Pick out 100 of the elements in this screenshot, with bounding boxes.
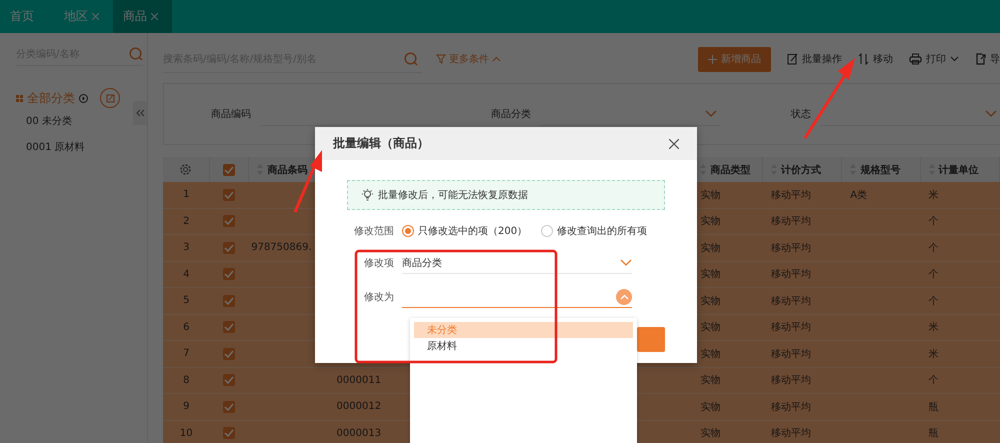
more-filters-link[interactable]: 更多条件 [436, 52, 501, 66]
printer-icon [909, 53, 922, 65]
grid-icon [16, 94, 23, 102]
table-cell: 0000013 [336, 428, 382, 439]
settings-icon[interactable] [179, 163, 192, 176]
checkbox[interactable] [223, 242, 236, 254]
field-label: 商品分类 [490, 108, 531, 121]
table-cell-text: 个 [928, 242, 939, 255]
table-cell: 1 [183, 189, 190, 200]
chevron-down-icon [620, 258, 632, 266]
chevron-up-icon [492, 56, 501, 62]
collapse-icon[interactable] [133, 101, 147, 125]
play-icon[interactable] [79, 94, 88, 102]
table-cell: 4 [183, 268, 190, 280]
checkbox[interactable] [223, 348, 236, 360]
table-cell: 7 [183, 348, 190, 360]
table-cell-text: 个 [928, 268, 939, 282]
lightbulb-icon [362, 189, 373, 201]
chevron-up-icon [616, 288, 632, 304]
toolbar-button[interactable]: 打印 [909, 52, 959, 66]
table-cell-text: 移动平均 [770, 215, 811, 228]
table-cell-text: A类 [850, 188, 868, 202]
table-cell-text: 实物 [700, 242, 720, 255]
table-cell-text: 米 [928, 188, 939, 202]
table-cell-text: 移动平均 [770, 294, 811, 308]
column-header: 计量单位 [938, 164, 979, 176]
table-cell-text: 实物 [700, 268, 720, 282]
chevron-down-icon [985, 110, 997, 118]
search-icon[interactable] [129, 47, 143, 61]
toolbar-button[interactable]: 移动 [858, 52, 893, 66]
table-cell: 8 [183, 374, 190, 386]
plus-icon [708, 54, 717, 64]
table-cell-text: 移动平均 [770, 348, 811, 361]
toolbar-button[interactable]: 导 [975, 52, 1000, 66]
table-cell: 3 [183, 242, 190, 254]
tab[interactable]: 地区 [54, 0, 113, 33]
table-cell-text: 个 [928, 294, 939, 308]
column-header: 商品类型 [710, 163, 750, 176]
select-field[interactable]: 商品分类 [402, 252, 632, 274]
checkbox[interactable] [223, 268, 236, 280]
chevron-down-icon [705, 110, 717, 118]
table-cell: 0000011 [336, 374, 382, 386]
edit-button[interactable] [100, 88, 120, 108]
table-cell: 6 [183, 322, 190, 333]
field-label: 状态 [790, 108, 811, 121]
notice-text: 批量修改后，可能无法恢复原数据 [378, 188, 528, 202]
table-cell-text: 瓶 [928, 427, 939, 440]
search-icon[interactable] [404, 52, 418, 66]
add-button[interactable]: 新增商品 [698, 46, 771, 72]
confirm-button[interactable] [637, 327, 665, 352]
table-cell-text: 个 [928, 374, 939, 388]
export-icon [975, 53, 986, 65]
column-header: 计价方式 [780, 163, 821, 176]
table-cell-text: 实物 [700, 400, 720, 414]
table-cell-text: 米 [928, 320, 939, 334]
table-cell-text: 移动平均 [770, 321, 811, 334]
edit-icon [106, 94, 114, 102]
table-cell-text: 瓶 [928, 400, 939, 414]
field-label: 商品编码 [210, 108, 251, 121]
checkbox[interactable] [222, 164, 235, 176]
column-header: 规格型号 [860, 164, 900, 176]
table-cell-text: 实物 [700, 374, 720, 388]
edit-icon [787, 53, 798, 65]
checkbox[interactable] [223, 427, 236, 440]
field-label: 修改为 [363, 290, 395, 304]
table-cell-text: 个 [928, 215, 939, 228]
radio-option[interactable]: 修改查询出的所有项 [541, 224, 648, 238]
table-cell-text: 实物 [700, 348, 720, 361]
table-cell-text: 实物 [700, 426, 720, 440]
table-cell-text: 移动平均 [770, 374, 811, 388]
table-cell: 2 [183, 216, 190, 227]
tab[interactable]: 商品 [113, 0, 172, 33]
radio-option[interactable]: 只修改选中的项（200） [402, 224, 528, 238]
tab[interactable]: 首页 [0, 0, 54, 33]
sort-arrows-icon [858, 53, 869, 65]
dropdown-option[interactable]: 原材料 [414, 338, 633, 354]
checkbox[interactable] [223, 321, 236, 334]
dropdown-option[interactable]: 未分类 [414, 322, 633, 338]
tree-item[interactable]: 00 未分类 [16, 108, 72, 134]
checkbox[interactable] [223, 215, 236, 228]
tree-item[interactable]: 0001 原材料 [16, 134, 85, 160]
table-cell-text: 实物 [700, 188, 720, 202]
table-cell-text: 移动平均 [770, 268, 811, 282]
checkbox[interactable] [223, 188, 236, 201]
table-cell-text: 移动平均 [770, 427, 811, 440]
table-cell-text: 移动平均 [770, 188, 811, 202]
table-cell: 978750869. [251, 242, 312, 254]
table-cell: 10 [180, 428, 193, 439]
toolbar-button[interactable]: 批量操作 [787, 52, 842, 66]
table-cell-text: 实物 [700, 320, 720, 334]
checkbox[interactable] [223, 400, 236, 413]
filter-icon [436, 54, 446, 64]
field-label: 修改项 [363, 257, 395, 270]
checkbox[interactable] [223, 294, 236, 307]
checkbox[interactable] [223, 374, 236, 386]
column-header: 商品条码 [267, 163, 308, 176]
close-icon[interactable] [669, 138, 679, 148]
table-cell: 5 [183, 295, 190, 306]
tree-item[interactable]: 全部分类 [27, 90, 75, 106]
table-cell-text: 移动平均 [770, 242, 811, 255]
